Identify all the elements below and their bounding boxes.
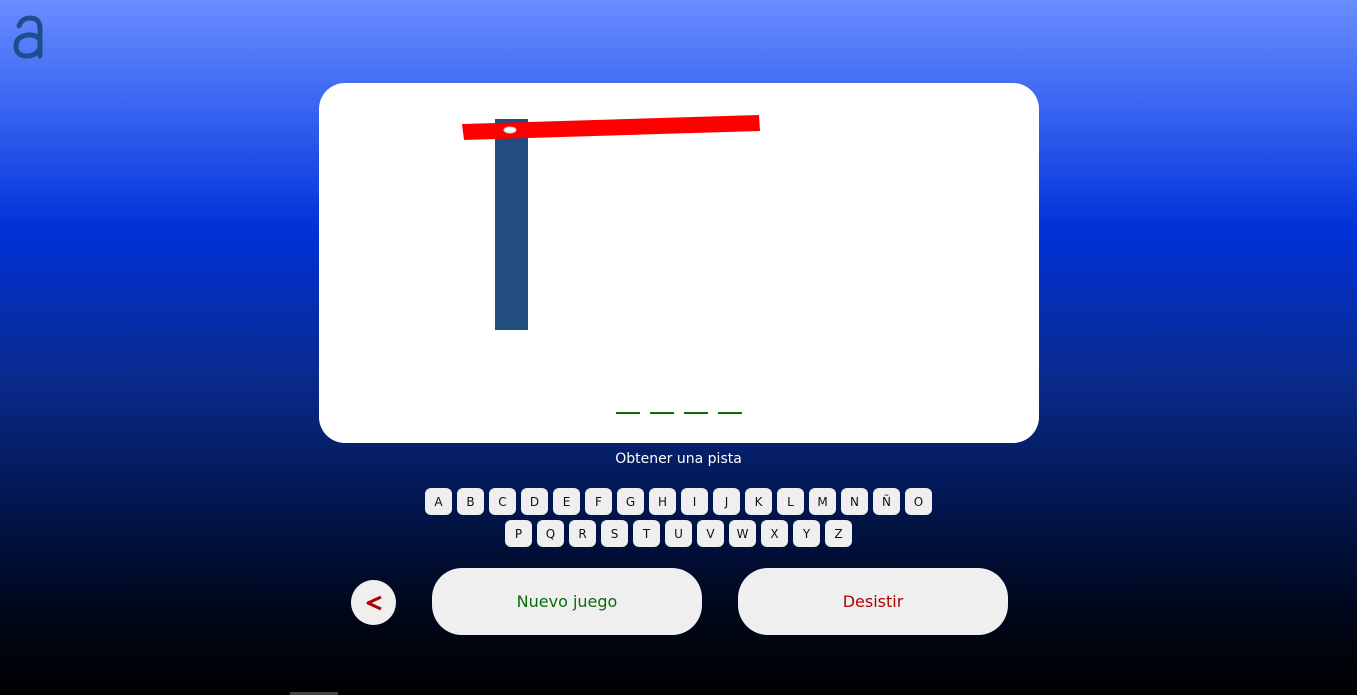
key-w[interactable]: W: [729, 520, 756, 547]
beam-pin: [503, 126, 517, 134]
key-u[interactable]: U: [665, 520, 692, 547]
key-h[interactable]: H: [649, 488, 676, 515]
key-g[interactable]: G: [617, 488, 644, 515]
key-t[interactable]: T: [633, 520, 660, 547]
key-d[interactable]: D: [521, 488, 548, 515]
letter-slot: [616, 398, 640, 414]
key-a[interactable]: A: [425, 488, 452, 515]
game-board: [319, 83, 1039, 443]
back-button[interactable]: [351, 580, 396, 625]
key-ñ[interactable]: Ñ: [873, 488, 900, 515]
key-l[interactable]: L: [777, 488, 804, 515]
new-game-button[interactable]: Nuevo juego: [432, 568, 702, 635]
key-n[interactable]: N: [841, 488, 868, 515]
chevron-left-icon: [366, 595, 382, 610]
give-up-button[interactable]: Desistir: [738, 568, 1008, 635]
key-k[interactable]: K: [745, 488, 772, 515]
key-p[interactable]: P: [505, 520, 532, 547]
letter-slot: [684, 398, 708, 414]
key-m[interactable]: M: [809, 488, 836, 515]
keyboard-row-1: ABCDEFGHIJKLMNÑO: [0, 488, 1357, 515]
hint-link[interactable]: Obtener una pista: [0, 451, 1357, 467]
key-s[interactable]: S: [601, 520, 628, 547]
key-v[interactable]: V: [697, 520, 724, 547]
key-f[interactable]: F: [585, 488, 612, 515]
key-x[interactable]: X: [761, 520, 788, 547]
word-slots: [616, 398, 742, 418]
hangman-drawing: [462, 115, 760, 330]
keyboard-row-2: PQRSTUVWXYZ: [0, 520, 1357, 547]
gallows-post: [495, 119, 528, 330]
key-e[interactable]: E: [553, 488, 580, 515]
letter-slot: [650, 398, 674, 414]
logo-icon: [12, 14, 46, 60]
key-o[interactable]: O: [905, 488, 932, 515]
key-c[interactable]: C: [489, 488, 516, 515]
key-q[interactable]: Q: [537, 520, 564, 547]
key-j[interactable]: J: [713, 488, 740, 515]
key-z[interactable]: Z: [825, 520, 852, 547]
key-r[interactable]: R: [569, 520, 596, 547]
key-y[interactable]: Y: [793, 520, 820, 547]
key-i[interactable]: I: [681, 488, 708, 515]
letter-slot: [718, 398, 742, 414]
key-b[interactable]: B: [457, 488, 484, 515]
